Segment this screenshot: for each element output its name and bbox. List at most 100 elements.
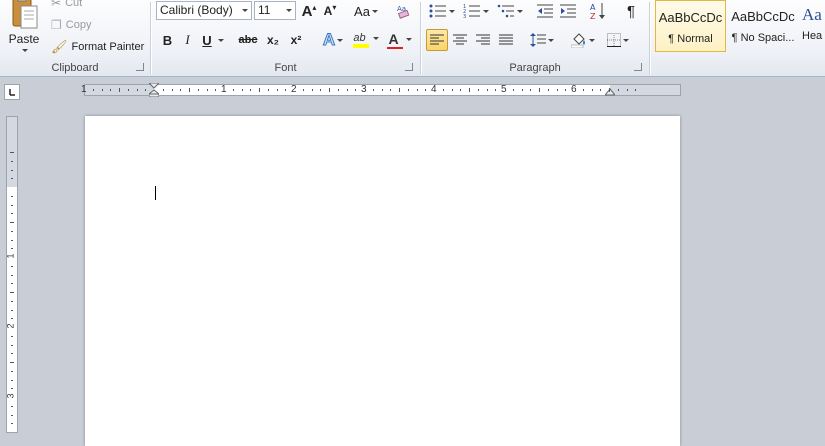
decrease-indent-icon [537, 4, 553, 18]
style-normal[interactable]: AaBbCcDc ¶ Normal [655, 0, 726, 52]
format-painter-icon: 🖌 [51, 38, 68, 54]
paint-bucket-icon [571, 33, 585, 48]
ruler-tick [10, 362, 14, 363]
scissors-icon: ✂ [51, 0, 62, 10]
paragraph-group: 1 2 3 A Z ¶ Paragraph [422, 0, 648, 76]
shading-button[interactable] [567, 29, 599, 51]
paste-button[interactable]: Paste [4, 0, 44, 54]
ribbon: Paste ✂ Cut ❐ Copy 🖌 Format Painter Clip… [0, 0, 825, 77]
ruler-tick [171, 89, 173, 91]
copy-label: Copy [65, 19, 92, 31]
font-group-label: Font [274, 62, 297, 74]
ruler-tick [600, 89, 602, 91]
copy-icon: ❐ [51, 18, 62, 32]
bold-button[interactable]: B [158, 30, 177, 50]
ruler-tick [197, 89, 199, 91]
decrease-indent-button[interactable] [534, 1, 556, 21]
ruler-tick [110, 89, 112, 91]
justify-icon [499, 34, 513, 45]
line-spacing-button[interactable] [527, 29, 557, 51]
paragraph-launcher-icon[interactable] [634, 63, 642, 71]
increase-indent-icon [560, 4, 576, 18]
cut-button[interactable]: ✂ Cut [48, 0, 85, 11]
ruler-tick [11, 178, 13, 180]
font-size-combo[interactable]: 11 [254, 1, 296, 20]
style-no-spacing[interactable]: AaBbCcDc ¶ No Spaci... [728, 0, 798, 52]
paragraph-group-label: Paragraph [509, 62, 561, 74]
numbering-dropdown-icon [483, 9, 489, 13]
ruler-tick [162, 89, 164, 91]
document-page[interactable] [85, 116, 680, 446]
highlight-button[interactable]: ab [350, 30, 382, 50]
ruler-tick [609, 88, 610, 92]
style-heading-1[interactable]: Aa Hea [802, 0, 825, 52]
ruler-tick [11, 353, 13, 355]
font-size-dropdown-icon[interactable] [286, 9, 292, 12]
style-heading-preview: Aa [802, 5, 822, 24]
borders-button[interactable] [602, 29, 634, 51]
ruler-tick [512, 89, 514, 91]
ruler-tick [11, 318, 13, 320]
right-indent-marker-icon[interactable] [605, 87, 615, 97]
horizontal-ruler[interactable]: 1 1 2 3 4 5 6 [81, 83, 681, 97]
numbering-icon: 1 2 3 [463, 4, 480, 18]
show-hide-marks-button[interactable]: ¶ [620, 1, 642, 21]
numbering-button[interactable]: 1 2 3 [460, 1, 492, 21]
align-left-icon [430, 34, 444, 45]
italic-button[interactable]: I [178, 30, 197, 50]
font-launcher-icon[interactable] [405, 63, 413, 71]
align-right-button[interactable] [472, 29, 494, 51]
ruler-tick [495, 89, 497, 91]
shrink-font-button[interactable]: A ▾ [320, 1, 340, 21]
vertical-ruler[interactable]: 1 2 3 [6, 116, 18, 433]
ruler-tick [11, 169, 13, 171]
text-effects-button[interactable]: A [318, 30, 348, 50]
copy-button[interactable]: ❐ Copy [48, 16, 94, 34]
ruler-tick [232, 89, 234, 91]
ruler-tick [11, 414, 13, 416]
bold-icon: B [162, 32, 173, 48]
line-spacing-dropdown-icon [548, 38, 554, 42]
clipboard-group: Paste ✂ Cut ❐ Copy 🖌 Format Painter Clip… [0, 0, 150, 76]
ruler-tick [119, 88, 120, 92]
font-color-bar [387, 47, 403, 49]
font-name-combo[interactable]: Calibri (Body) [156, 1, 252, 20]
align-left-button[interactable] [426, 29, 448, 51]
align-center-button[interactable] [449, 29, 471, 51]
ruler-tick [337, 89, 339, 91]
underline-button[interactable]: U [198, 30, 228, 50]
font-color-button[interactable]: A [384, 30, 416, 50]
grow-font-icon: A [301, 2, 313, 20]
font-name-dropdown-icon[interactable] [242, 9, 248, 12]
ruler-tick [11, 388, 13, 390]
justify-button[interactable] [495, 29, 517, 51]
subscript-button[interactable]: x₂ [262, 30, 284, 50]
change-case-button[interactable]: Aa [352, 1, 380, 21]
ruler-tick [11, 204, 13, 206]
ruler-tick [11, 370, 13, 372]
ruler-tick [311, 89, 313, 91]
multilevel-list-button[interactable] [494, 1, 526, 21]
bullets-button[interactable] [426, 1, 458, 21]
superscript-button[interactable]: x² [285, 30, 307, 50]
align-right-icon [476, 34, 490, 45]
strikethrough-button[interactable]: abc [236, 30, 260, 50]
tab-selector[interactable] [4, 84, 20, 100]
grow-font-button[interactable]: A ▴ [299, 1, 319, 21]
text-cursor [155, 186, 156, 200]
ruler-number: 6 [571, 84, 577, 95]
indent-markers-icon[interactable] [149, 83, 159, 97]
ruler-tick [451, 89, 453, 91]
align-center-icon [453, 34, 467, 45]
paste-dropdown-icon[interactable] [22, 49, 28, 52]
ruler-tick [372, 89, 374, 91]
clear-formatting-button[interactable]: Aa [393, 1, 413, 21]
ruler-tick [381, 89, 383, 91]
line-spacing-icon [530, 33, 546, 47]
sort-button[interactable]: A Z [587, 1, 609, 21]
strikethrough-icon: abc [238, 34, 258, 46]
format-painter-button[interactable]: 🖌 Format Painter [48, 37, 147, 56]
increase-indent-button[interactable] [557, 1, 579, 21]
clipboard-launcher-icon[interactable] [136, 63, 144, 71]
ruler-tick [241, 89, 243, 91]
